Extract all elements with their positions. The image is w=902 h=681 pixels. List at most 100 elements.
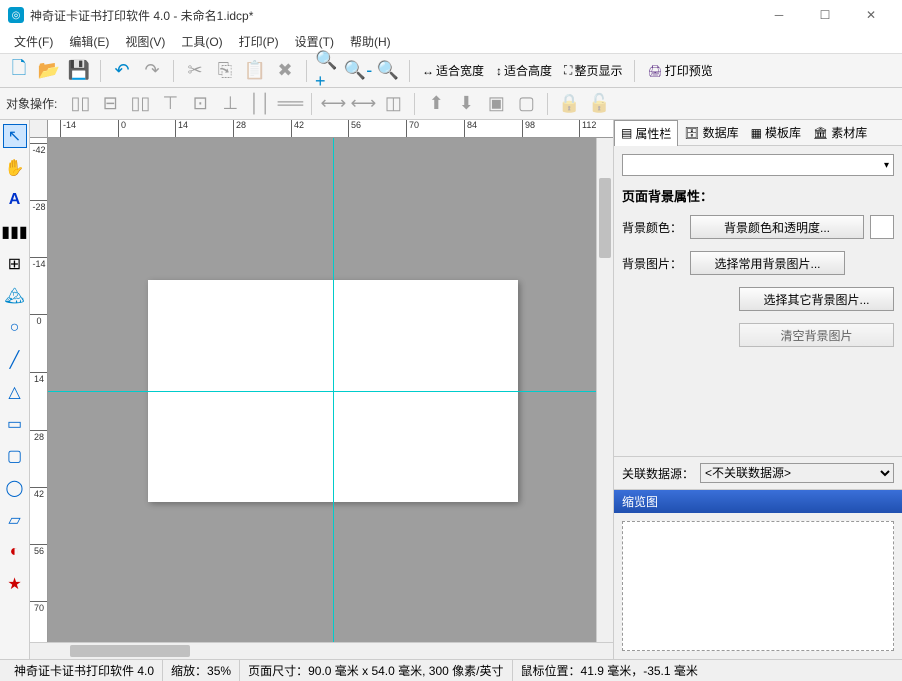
menu-edit[interactable]: 编辑(E) xyxy=(61,30,117,53)
gauge-tool-icon[interactable]: ◐ xyxy=(3,540,27,564)
barcode-tool-icon[interactable]: ▮▮▮ xyxy=(3,220,27,244)
bg-image-other-button[interactable]: 选择其它背景图片... xyxy=(739,287,894,311)
ruler-tick: 84 xyxy=(464,120,477,138)
zoom-out-icon[interactable]: 🔍- xyxy=(345,58,371,84)
unlock-icon[interactable]: 🔓 xyxy=(586,91,612,117)
redo-icon[interactable]: ↷ xyxy=(139,58,165,84)
fit-height-button[interactable]: ↕适合高度 xyxy=(492,58,556,84)
object-selector-combo[interactable]: ▾ xyxy=(622,154,894,176)
hand-tool-icon[interactable]: ✋ xyxy=(3,156,27,180)
ellipse-tool-icon[interactable]: ◯ xyxy=(3,476,27,500)
ruler-horizontal[interactable]: -14 0 14 28 42 56 70 84 98 112 xyxy=(30,120,613,138)
scrollbar-vertical[interactable] xyxy=(596,138,613,642)
save-icon[interactable]: 💾 xyxy=(66,58,92,84)
line-tool-icon[interactable]: ╱ xyxy=(3,348,27,372)
roundrect-tool-icon[interactable]: ▢ xyxy=(3,444,27,468)
ruler-tick: -28 xyxy=(30,200,48,212)
width-icon: ↔ xyxy=(422,64,434,78)
status-mouse: 鼠标位置：41.9 毫米，-35.1 毫米 xyxy=(513,660,706,681)
tab-templates[interactable]: ▦模板库 xyxy=(745,120,807,145)
bg-image-clear-button[interactable]: 清空背景图片 xyxy=(739,323,894,347)
full-page-button[interactable]: ⛶整页显示 xyxy=(560,58,626,84)
menu-view[interactable]: 视图(V) xyxy=(117,30,173,53)
menu-print[interactable]: 打印(P) xyxy=(231,30,287,53)
zoom-in-icon[interactable]: 🔍+ xyxy=(315,58,341,84)
tab-assets[interactable]: 🏛素材库 xyxy=(807,120,873,145)
data-source-select[interactable]: <不关联数据源> xyxy=(700,463,894,483)
zoom-reset-icon[interactable]: 🔍 xyxy=(375,58,401,84)
menubar: 文件(F) 编辑(E) 视图(V) 工具(O) 打印(P) 设置(T) 帮助(H… xyxy=(0,30,902,54)
minimize-button[interactable]: ─ xyxy=(756,0,802,30)
tab-database[interactable]: 🗄数据库 xyxy=(678,120,744,145)
bring-front-icon[interactable]: ⬆ xyxy=(423,91,449,117)
menu-help[interactable]: 帮助(H) xyxy=(342,30,399,53)
bg-color-button[interactable]: 背景颜色和透明度... xyxy=(690,215,864,239)
polygon-tool-icon[interactable]: ▱ xyxy=(3,508,27,532)
menu-file[interactable]: 文件(F) xyxy=(6,30,61,53)
zoom-value: 35% xyxy=(207,664,231,678)
titlebar: ◎ 神奇证卡证书打印软件 4.0 - 未命名1.idcp* ─ ☐ ✕ xyxy=(0,0,902,30)
undo-icon[interactable]: ↶ xyxy=(109,58,135,84)
scroll-thumb[interactable] xyxy=(599,178,611,258)
statusbar: 神奇证卡证书打印软件 4.0 缩放：35% 页面尺寸：90.0 毫米 x 54.… xyxy=(0,659,902,681)
align-left-icon[interactable]: ▯▯ xyxy=(67,91,93,117)
tab-label: 素材库 xyxy=(831,124,867,141)
delete-icon[interactable]: ✖ xyxy=(272,58,298,84)
distribute-h-icon[interactable]: ││ xyxy=(247,91,273,117)
select-tool-icon[interactable]: ↖ xyxy=(3,124,27,148)
canvas-body: -42 -28 -14 0 14 28 42 56 70 xyxy=(30,138,613,642)
qrcode-tool-icon[interactable]: ⊞ xyxy=(3,252,27,276)
bg-color-swatch[interactable] xyxy=(870,215,894,239)
send-back-icon[interactable]: ⬇ xyxy=(453,91,479,117)
ungroup-icon[interactable]: ▢ xyxy=(513,91,539,117)
chevron-down-icon: ▾ xyxy=(884,160,889,171)
triangle-tool-icon[interactable]: △ xyxy=(3,380,27,404)
new-icon[interactable]: 🗋 xyxy=(6,58,32,84)
scrollbar-horizontal[interactable] xyxy=(30,642,613,659)
group-icon[interactable]: ▣ xyxy=(483,91,509,117)
text-tool-icon[interactable]: A xyxy=(3,188,27,212)
guide-horizontal[interactable] xyxy=(48,391,596,392)
tab-label: 属性栏 xyxy=(635,125,671,142)
align-right-icon[interactable]: ▯▯ xyxy=(127,91,153,117)
open-icon[interactable]: 📂 xyxy=(36,58,62,84)
menu-tools[interactable]: 工具(O) xyxy=(173,30,230,53)
status-app: 神奇证卡证书打印软件 4.0 xyxy=(6,660,163,681)
scroll-thumb[interactable] xyxy=(70,645,190,657)
align-bottom-icon[interactable]: ⊥ xyxy=(217,91,243,117)
close-button[interactable]: ✕ xyxy=(848,0,894,30)
align-center-v-icon[interactable]: ⊡ xyxy=(187,91,213,117)
align-center-h-icon[interactable]: ⊟ xyxy=(97,91,123,117)
bg-image-other-row: 选择其它背景图片... xyxy=(622,287,894,311)
rect-tool-icon[interactable]: ▭ xyxy=(3,412,27,436)
same-height-icon[interactable]: ⟷ xyxy=(350,91,376,117)
print-preview-button[interactable]: 🖨打印预览 xyxy=(643,58,716,84)
copy-icon[interactable]: ⎘ xyxy=(212,58,238,84)
star-tool-icon[interactable]: ★ xyxy=(3,572,27,596)
ruler-corner xyxy=(30,120,48,138)
image-tool-icon[interactable]: 🏔 xyxy=(3,284,27,308)
bg-image-label: 背景图片： xyxy=(622,255,684,272)
same-width-icon[interactable]: ⟷ xyxy=(320,91,346,117)
circle-tool-icon[interactable]: ○ xyxy=(3,316,27,340)
zoom-label: 缩放： xyxy=(171,662,207,679)
bg-image-common-button[interactable]: 选择常用背景图片... xyxy=(690,251,845,275)
canvas-viewport[interactable] xyxy=(48,138,596,642)
ruler-vertical[interactable]: -42 -28 -14 0 14 28 42 56 70 xyxy=(30,138,48,642)
ruler-tick: 42 xyxy=(291,120,304,138)
paste-icon[interactable]: 📋 xyxy=(242,58,268,84)
tab-properties[interactable]: ▤属性栏 xyxy=(614,120,678,146)
ruler-tick: 14 xyxy=(175,120,188,138)
assets-icon: 🏛 xyxy=(813,126,828,140)
page-label: 页面尺寸： xyxy=(248,662,308,679)
distribute-v-icon[interactable]: ══ xyxy=(277,91,303,117)
fit-width-button[interactable]: ↔适合宽度 xyxy=(418,58,488,84)
page-value: 90.0 毫米 x 54.0 毫米, 300 像素/英寸 xyxy=(308,662,503,679)
guide-vertical[interactable] xyxy=(333,138,334,642)
lock-icon[interactable]: 🔒 xyxy=(556,91,582,117)
align-top-icon[interactable]: ⊤ xyxy=(157,91,183,117)
window-title: 神奇证卡证书打印软件 4.0 - 未命名1.idcp* xyxy=(30,7,756,24)
same-size-icon[interactable]: ◫ xyxy=(380,91,406,117)
cut-icon[interactable]: ✂ xyxy=(182,58,208,84)
maximize-button[interactable]: ☐ xyxy=(802,0,848,30)
